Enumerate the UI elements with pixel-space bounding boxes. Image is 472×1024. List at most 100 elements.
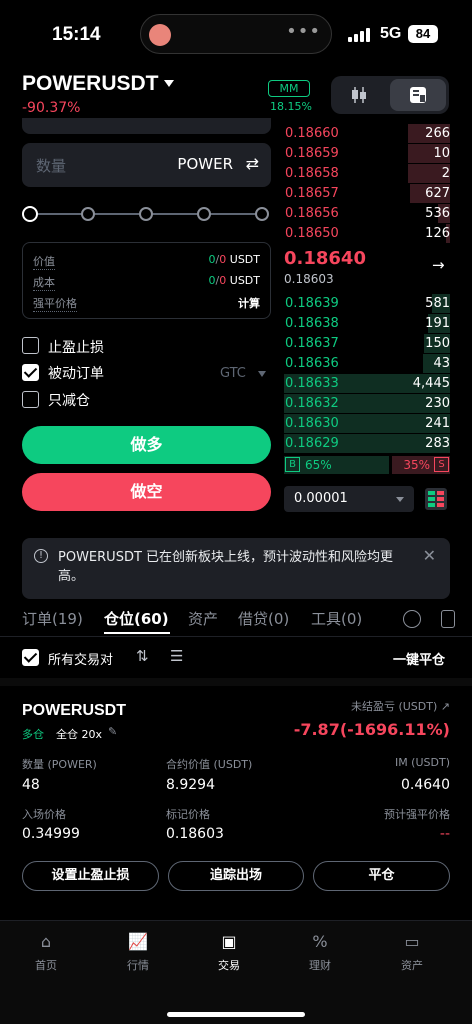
precision-select[interactable]: 0.00001 <box>284 486 414 512</box>
slider-node[interactable] <box>22 206 38 222</box>
filter-list-icon[interactable]: ☰ <box>170 647 183 665</box>
tif-select[interactable]: GTC <box>220 366 266 381</box>
slider-node[interactable] <box>81 207 95 221</box>
slider-node[interactable] <box>139 207 153 221</box>
position-symbol[interactable]: POWERUSDT <box>22 702 126 720</box>
more-dots-icon: ••• <box>286 21 321 42</box>
bid-row[interactable]: 0.18636 43 <box>284 354 450 373</box>
dynamic-island: ••• <box>140 14 332 54</box>
set-tp-sl-button[interactable]: 设置止盈止损 <box>22 861 159 891</box>
long-button[interactable]: 做多 <box>22 426 271 464</box>
nav-earn[interactable]: % 理财 <box>290 933 350 973</box>
calculate-link[interactable]: 计算 <box>238 295 260 311</box>
close-all-button[interactable]: 一键平仓 <box>393 649 445 668</box>
share-icon[interactable]: ↗ <box>441 700 450 713</box>
ask-row[interactable]: 0.18658 2 <box>284 164 450 183</box>
home-icon: ⌂ <box>40 932 52 951</box>
app-notification-icon <box>149 24 171 46</box>
arrow-right-icon[interactable]: → <box>432 256 445 274</box>
ask-row[interactable]: 0.18659 10 <box>284 144 450 163</box>
tp-sl-checkbox[interactable] <box>22 337 39 354</box>
bid-row[interactable]: 0.18632 230 <box>284 394 450 413</box>
bid-row[interactable]: 0.18638 191 <box>284 314 450 333</box>
notice-text: POWERUSDT 已在创新板块上线，预计波动性和风险均更高。 <box>58 550 394 584</box>
orderbook-icon <box>410 87 426 103</box>
battery-icon: 84 <box>408 25 438 43</box>
tab-borrow[interactable]: 借贷(0) <box>238 608 289 629</box>
field-label: IM (USDT) <box>394 756 450 769</box>
network-type: 5G <box>380 25 402 42</box>
orderbook-view-tab[interactable] <box>390 79 446 111</box>
short-button[interactable]: 做空 <box>22 473 271 511</box>
nav-home[interactable]: ⌂ 首页 <box>16 933 76 973</box>
close-icon[interactable]: ✕ <box>423 546 436 565</box>
orderbook-layout-icon[interactable] <box>425 488 447 510</box>
bid-row[interactable]: 0.18637 150 <box>284 334 450 353</box>
swap-unit-icon[interactable]: ⇄ <box>246 154 259 173</box>
field-label: 数量 (POWER) <box>22 758 97 771</box>
edit-icon[interactable]: ✎ <box>108 725 117 738</box>
mm-ratio: 18.15% <box>270 100 312 113</box>
quantity-input[interactable]: 数量 POWER ⇄ <box>22 143 271 187</box>
tab-tools[interactable]: 工具(0) <box>311 608 362 629</box>
info-row: 价值 0/0 USDT <box>33 253 260 270</box>
home-indicator <box>167 1012 305 1017</box>
position-side: 多仓 <box>22 728 44 741</box>
reduce-only-label[interactable]: 只减仓 <box>48 390 90 410</box>
clipboard-icon[interactable] <box>441 610 455 628</box>
settings-circle-icon[interactable] <box>403 610 421 628</box>
ask-row[interactable]: 0.18650 126 <box>284 224 450 243</box>
ask-row[interactable]: 0.18657 627 <box>284 184 450 203</box>
buy-ratio: 65% <box>305 458 332 472</box>
bid-row[interactable]: 0.18630 241 <box>284 414 450 433</box>
sell-ratio: 35% <box>403 458 430 472</box>
candlestick-icon[interactable] <box>349 85 369 105</box>
last-price[interactable]: 0.18640 <box>284 248 366 269</box>
position-leverage[interactable]: 全仓 20x <box>56 726 102 742</box>
caret-down-icon[interactable] <box>164 80 174 87</box>
field-label: 预计强平价格 <box>384 808 450 821</box>
field-label: 合约价值 (USDT) <box>166 758 253 771</box>
field-value: 0.34999 <box>22 826 80 842</box>
slider-node[interactable] <box>255 207 269 221</box>
reduce-only-checkbox[interactable] <box>22 391 39 408</box>
post-only-label[interactable]: 被动订单 <box>48 363 104 383</box>
bottom-nav: ⌂ 首页 📈 行情 ▣ 交易 % 理财 ▭ 资产 <box>0 920 472 1024</box>
all-pairs-label[interactable]: 所有交易对 <box>48 649 113 668</box>
tp-sl-label[interactable]: 止盈止损 <box>48 337 104 357</box>
chart-icon: 📈 <box>128 932 148 951</box>
ask-row[interactable]: 0.18656 536 <box>284 204 450 223</box>
slider-node[interactable] <box>197 207 211 221</box>
all-pairs-checkbox[interactable] <box>22 649 39 666</box>
field-value: 8.9294 <box>166 777 215 793</box>
info-row: 成本 0/0 USDT <box>33 274 260 291</box>
quantity-unit[interactable]: POWER <box>177 155 233 173</box>
bid-row[interactable]: 0.18633 4,445 <box>284 374 450 393</box>
sort-icon[interactable]: ⇅ <box>136 647 149 665</box>
active-tab-indicator <box>104 632 170 634</box>
post-only-checkbox[interactable] <box>22 364 39 381</box>
trailing-stop-button[interactable]: 追踪出场 <box>168 861 304 891</box>
signal-icon <box>348 28 372 42</box>
tab-positions[interactable]: 仓位(60) <box>104 608 169 629</box>
leverage-slider[interactable] <box>22 205 271 223</box>
bid-row[interactable]: 0.18629 283 <box>284 434 450 453</box>
tab-assets[interactable]: 资产 <box>188 608 218 629</box>
field-value: 0.4640 <box>401 777 450 793</box>
order-type-field[interactable] <box>22 118 271 134</box>
mm-badge[interactable]: MM <box>268 80 310 97</box>
upl-value: -7.87(-1696.11%) <box>293 720 450 739</box>
buy-ratio-badge: B <box>285 457 300 472</box>
nav-trade[interactable]: ▣ 交易 <box>199 933 259 973</box>
tab-orders[interactable]: 订单(19) <box>22 608 83 629</box>
nav-markets[interactable]: 📈 行情 <box>108 933 168 973</box>
nav-assets[interactable]: ▭ 资产 <box>382 933 442 973</box>
field-value: -- <box>439 826 450 842</box>
symbol-title[interactable]: POWERUSDT <box>22 72 159 96</box>
field-label: 入场价格 <box>22 808 66 821</box>
mark-price: 0.18603 <box>284 272 334 286</box>
price-change: -90.37% <box>22 100 81 116</box>
ask-row[interactable]: 0.18660 266 <box>284 124 450 143</box>
close-position-button[interactable]: 平仓 <box>313 861 450 891</box>
bid-row[interactable]: 0.18639 581 <box>284 294 450 313</box>
